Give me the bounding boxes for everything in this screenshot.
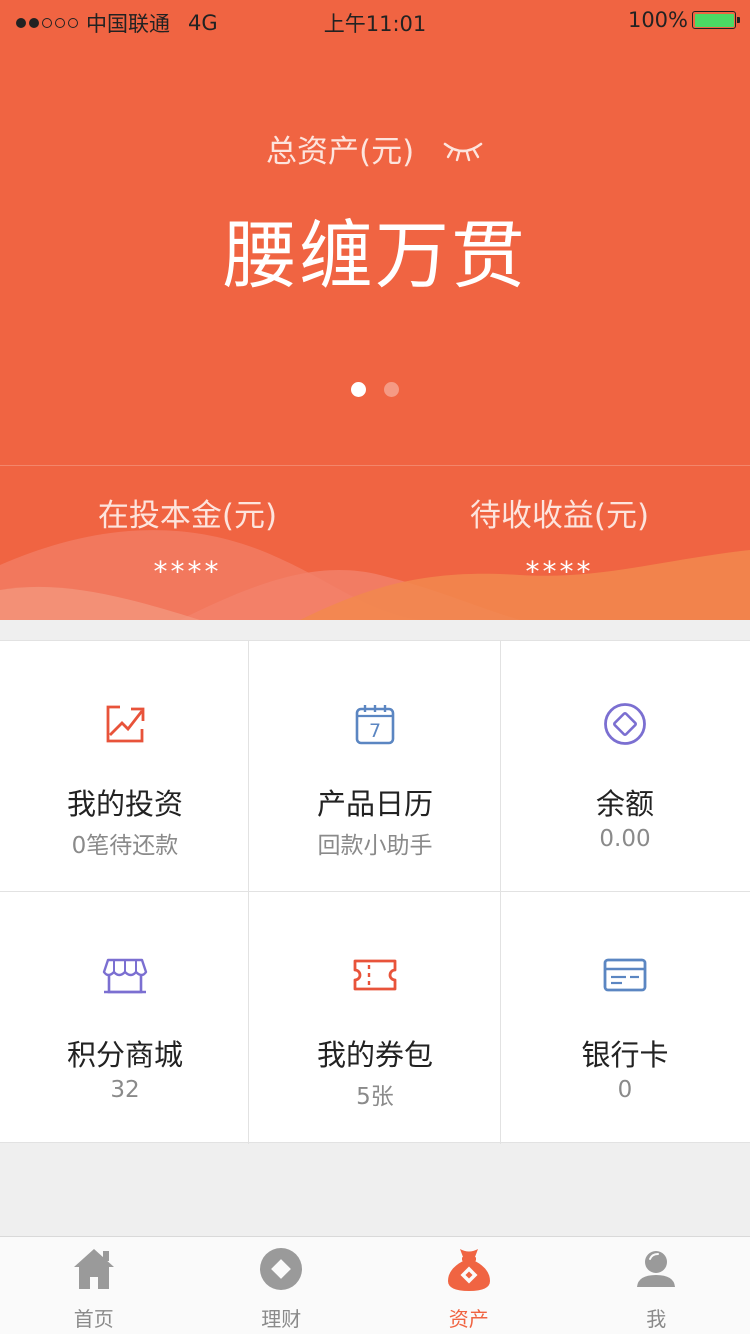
tab-label: 资产 bbox=[448, 1307, 489, 1331]
grid-divider bbox=[248, 641, 249, 1144]
menu-balance[interactable]: 余额 0.00 bbox=[500, 641, 750, 891]
total-assets-value: 腰缠万贯 bbox=[223, 213, 527, 299]
earnings-value: **** bbox=[525, 555, 594, 588]
bank-card-icon bbox=[603, 958, 647, 992]
tab-home[interactable]: 首页 bbox=[0, 1237, 188, 1334]
finance-icon bbox=[260, 1248, 303, 1290]
tab-label: 首页 bbox=[73, 1307, 114, 1331]
menu-subtitle: 32 bbox=[110, 1077, 140, 1103]
tab-label: 我 bbox=[646, 1307, 667, 1331]
tab-label: 理财 bbox=[261, 1307, 302, 1331]
menu-subtitle: 5张 bbox=[356, 1084, 394, 1110]
balance-icon bbox=[604, 703, 646, 745]
battery-percent: 100% bbox=[627, 8, 688, 32]
earnings-block: 待收收益(元) **** bbox=[372, 490, 747, 588]
menu-title: 我的投资 bbox=[66, 787, 183, 821]
menu-product-calendar[interactable]: 7 产品日历 回款小助手 bbox=[250, 641, 500, 891]
calendar-day: 7 bbox=[369, 720, 381, 742]
store-icon bbox=[102, 958, 148, 994]
menu-subtitle: 回款小助手 bbox=[317, 833, 433, 859]
principal-value: **** bbox=[153, 555, 222, 588]
page-indicator bbox=[0, 382, 750, 397]
principal-block: 在投本金(元) **** bbox=[0, 490, 375, 588]
principal-label: 在投本金(元) bbox=[97, 498, 278, 534]
total-assets-label: 总资产(元) bbox=[265, 134, 415, 170]
menu-my-investment[interactable]: 我的投资 0笔待还款 bbox=[0, 641, 250, 891]
menu-subtitle: 0.00 bbox=[599, 826, 651, 852]
trend-up-icon bbox=[106, 705, 145, 743]
ticket-icon bbox=[353, 959, 397, 991]
asset-header: 中国联通 4G 上午11:01 100% 总资产(元) 腰缠万贯 在投本金(元) bbox=[0, 0, 750, 620]
menu-points-mall[interactable]: 积分商城 32 bbox=[0, 892, 250, 1142]
total-assets-row: 总资产(元) bbox=[0, 126, 750, 171]
menu-title: 积分商城 bbox=[66, 1038, 183, 1072]
menu-title: 我的券包 bbox=[316, 1038, 433, 1072]
feature-grid: 我的投资 0笔待还款 7 产品日历 回款小助手 余额 0.00 积分商城 32 … bbox=[0, 640, 750, 1144]
status-bar: 中国联通 4G 上午11:01 100% bbox=[0, 0, 750, 40]
grid-divider bbox=[0, 891, 750, 892]
tab-me[interactable]: 我 bbox=[563, 1237, 750, 1334]
money-bag-icon bbox=[447, 1249, 490, 1291]
home-icon bbox=[73, 1249, 114, 1289]
battery-icon bbox=[692, 11, 740, 29]
calendar-icon: 7 bbox=[355, 705, 395, 745]
eye-closed-icon[interactable] bbox=[442, 136, 484, 162]
menu-title: 产品日历 bbox=[316, 787, 433, 821]
user-icon bbox=[637, 1251, 676, 1287]
bottom-tab-bar: 首页 理财 资产 我 bbox=[0, 1236, 750, 1334]
page-dot-1[interactable] bbox=[351, 382, 366, 397]
grid-divider bbox=[500, 641, 501, 1144]
page-dot-2[interactable] bbox=[384, 382, 399, 397]
menu-subtitle: 0 bbox=[617, 1077, 633, 1103]
tab-finance[interactable]: 理财 bbox=[188, 1237, 376, 1334]
header-divider bbox=[0, 465, 750, 466]
menu-bank-card[interactable]: 银行卡 0 bbox=[500, 892, 750, 1142]
menu-title: 银行卡 bbox=[581, 1038, 669, 1072]
menu-coupon-wallet[interactable]: 我的券包 5张 bbox=[250, 892, 500, 1142]
earnings-label: 待收收益(元) bbox=[469, 498, 650, 534]
tab-assets[interactable]: 资产 bbox=[375, 1237, 563, 1334]
menu-subtitle: 0笔待还款 bbox=[71, 833, 179, 859]
menu-title: 余额 bbox=[595, 787, 654, 821]
